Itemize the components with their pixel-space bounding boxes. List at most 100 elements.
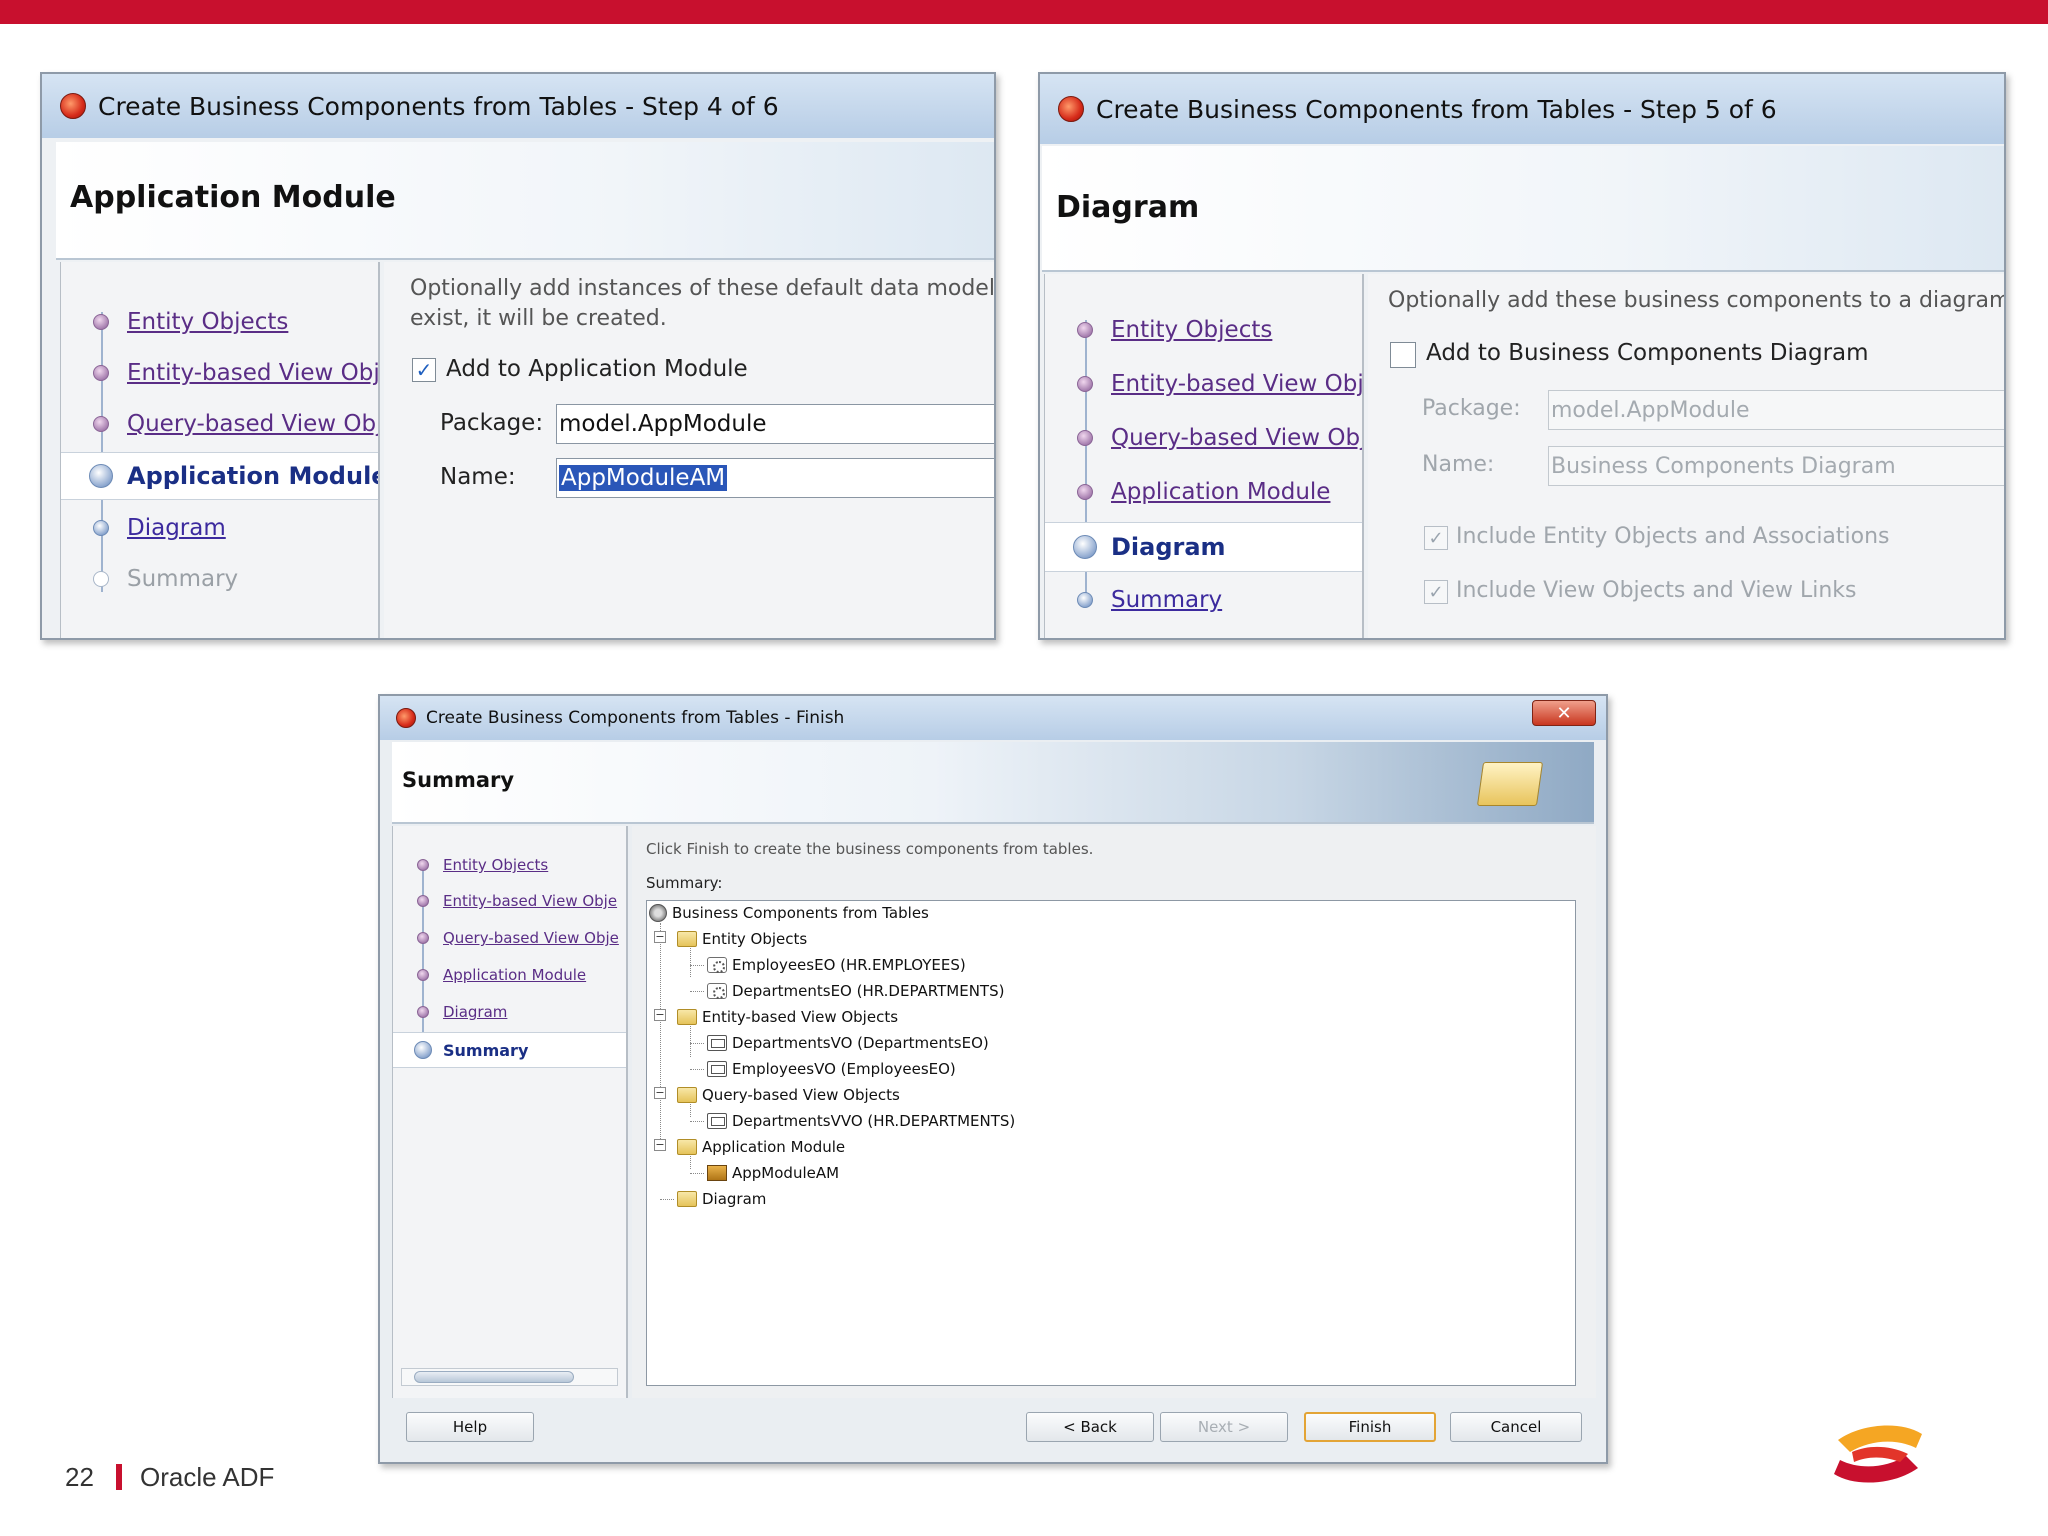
- finish-title: Create Business Components from Tables -…: [426, 708, 845, 728]
- nav-item-entity-objects[interactable]: Entity Objects: [1045, 308, 1362, 352]
- nav-item-diagram[interactable]: Diagram: [61, 506, 378, 550]
- package-input[interactable]: model.AppModule: [1548, 390, 2004, 430]
- nav-item-query-view-objects[interactable]: Query-based View Obje: [393, 923, 626, 953]
- name-label: Name:: [1422, 452, 1495, 477]
- folder-icon: [677, 1191, 697, 1207]
- nav-item-entity-objects[interactable]: Entity Objects: [393, 850, 626, 880]
- step-icon: [1077, 592, 1093, 608]
- collapse-icon[interactable]: −: [654, 1139, 666, 1151]
- nav-item-entity-view-objects[interactable]: Entity-based View Obje: [393, 886, 626, 916]
- name-input[interactable]: AppModuleAM: [556, 458, 994, 498]
- package-input[interactable]: model.AppModule: [556, 404, 994, 444]
- folder-icon: [677, 931, 697, 947]
- collapse-icon[interactable]: −: [654, 1009, 666, 1021]
- step-current-icon: [89, 464, 113, 488]
- cancel-button[interactable]: Cancel: [1450, 1412, 1582, 1442]
- tree-item[interactable]: AppModuleAM: [707, 1163, 839, 1183]
- close-button[interactable]: ✕: [1532, 700, 1596, 726]
- jdeveloper-icon: [396, 708, 416, 728]
- finish-header: Summary: [392, 742, 1594, 824]
- business-components-icon: [649, 904, 667, 922]
- next-button[interactable]: Next >: [1160, 1412, 1288, 1442]
- nav-horizontal-scrollbar[interactable]: [401, 1368, 618, 1386]
- finish-title-bar[interactable]: Create Business Components from Tables -…: [380, 696, 1606, 740]
- help-button[interactable]: Help: [406, 1412, 534, 1442]
- nav-item-application-module[interactable]: Application Module: [61, 452, 378, 500]
- close-icon: ✕: [1556, 702, 1572, 724]
- tree-folder-entity-objects[interactable]: Entity Objects: [677, 929, 807, 949]
- step4-content: Optionally add instances of these defaul…: [384, 262, 996, 638]
- step4-title: Create Business Components from Tables -…: [98, 91, 779, 121]
- include-entities-checkbox[interactable]: ✓: [1424, 526, 1448, 550]
- nav-label: Application Module: [443, 966, 587, 984]
- back-button[interactable]: < Back: [1026, 1412, 1154, 1442]
- step-todo-icon: [93, 571, 109, 587]
- tree-label: DepartmentsVVO (HR.DEPARTMENTS): [732, 1112, 1016, 1130]
- jdeveloper-icon: [60, 93, 86, 119]
- folder-icon: [677, 1139, 697, 1155]
- nav-label: Entity Objects: [443, 856, 549, 874]
- tree-folder-entity-view-objects[interactable]: Entity-based View Objects: [677, 1007, 898, 1027]
- step-done-icon: [93, 416, 109, 432]
- step-current-icon: [414, 1041, 432, 1059]
- finish-button[interactable]: Finish: [1304, 1412, 1436, 1442]
- nav-item-summary[interactable]: Summary: [1045, 578, 1362, 622]
- name-label: Name:: [440, 464, 516, 490]
- step-done-icon: [417, 859, 429, 871]
- nav-item-diagram[interactable]: Diagram: [393, 997, 626, 1027]
- tree-item[interactable]: DepartmentsVO (DepartmentsEO): [707, 1033, 989, 1053]
- tree-root[interactable]: Business Components from Tables: [649, 903, 929, 923]
- step4-title-bar[interactable]: Create Business Components from Tables -…: [42, 74, 994, 138]
- tree-label: Entity Objects: [702, 930, 808, 948]
- summary-label: Summary:: [646, 874, 723, 892]
- tree-item[interactable]: EmployeesEO (HR.EMPLOYEES): [707, 955, 966, 975]
- step-done-icon: [417, 1006, 429, 1018]
- company-logo-icon: [1834, 1425, 1922, 1483]
- step4-description-line1: Optionally add instances of these defaul…: [410, 276, 996, 301]
- step-done-icon: [1077, 322, 1093, 338]
- tree-folder-diagram[interactable]: Diagram: [677, 1189, 766, 1209]
- collapse-icon[interactable]: −: [654, 931, 666, 943]
- nav-label: Summary: [443, 1040, 529, 1060]
- collapse-icon[interactable]: −: [654, 1087, 666, 1099]
- nav-item-summary[interactable]: Summary: [393, 1032, 626, 1068]
- nav-item-application-module[interactable]: Application Module: [393, 960, 626, 990]
- add-to-app-module-checkbox[interactable]: ✓: [412, 358, 436, 382]
- tree-folder-application-module[interactable]: Application Module: [677, 1137, 845, 1157]
- scrollbar-thumb[interactable]: [414, 1371, 574, 1383]
- step5-title-bar[interactable]: Create Business Components from Tables -…: [1040, 74, 2004, 144]
- name-input-selected-text: AppModuleAM: [559, 465, 728, 491]
- nav-item-entity-view-objects[interactable]: Entity-based View Obje: [1045, 362, 1362, 406]
- nav-item-query-view-objects[interactable]: Query-based View Obje: [61, 402, 378, 446]
- nav-item-entity-objects[interactable]: Entity Objects: [61, 300, 378, 344]
- step5-nav-pane: Entity Objects Entity-based View Obje Qu…: [1044, 274, 1364, 638]
- package-label: Package:: [440, 410, 544, 436]
- step5-content: Optionally add these business components…: [1368, 274, 2004, 638]
- nav-item-entity-view-objects[interactable]: Entity-based View Obje: [61, 351, 378, 395]
- nav-label: Diagram: [1111, 533, 1226, 561]
- tree-label: Query-based View Objects: [702, 1086, 900, 1104]
- nav-item-query-view-objects[interactable]: Query-based View Obje: [1045, 416, 1362, 460]
- add-to-diagram-checkbox[interactable]: [1390, 342, 1416, 368]
- nav-item-application-module[interactable]: Application Module: [1045, 470, 1362, 514]
- tree-item[interactable]: EmployeesVO (EmployeesEO): [707, 1059, 956, 1079]
- step-done-icon: [93, 365, 109, 381]
- tree-folder-query-view-objects[interactable]: Query-based View Objects: [677, 1085, 900, 1105]
- tree-label: Entity-based View Objects: [702, 1008, 899, 1026]
- summary-tree[interactable]: Business Components from Tables − Entity…: [646, 900, 1576, 1386]
- name-input[interactable]: Business Components Diagram: [1548, 446, 2004, 486]
- nav-item-diagram[interactable]: Diagram: [1045, 522, 1362, 572]
- tree-item[interactable]: DepartmentsVVO (HR.DEPARTMENTS): [707, 1111, 1015, 1131]
- entity-object-icon: [707, 957, 727, 973]
- tree-item[interactable]: DepartmentsEO (HR.DEPARTMENTS): [707, 981, 1004, 1001]
- footer-separator: [116, 1464, 122, 1490]
- include-views-label: Include View Objects and View Links: [1456, 578, 1857, 603]
- include-entities-label: Include Entity Objects and Associations: [1456, 524, 1890, 549]
- tree-label: Business Components from Tables: [672, 904, 929, 922]
- finish-description: Click Finish to create the business comp…: [646, 840, 1094, 858]
- button-bar: Help < Back Next > Finish Cancel: [392, 1402, 1594, 1454]
- entity-object-icon: [707, 983, 727, 999]
- include-views-checkbox[interactable]: ✓: [1424, 580, 1448, 604]
- nav-label: Query-based View Obje: [1111, 425, 1364, 451]
- tree-label: DepartmentsVO (DepartmentsEO): [732, 1034, 989, 1052]
